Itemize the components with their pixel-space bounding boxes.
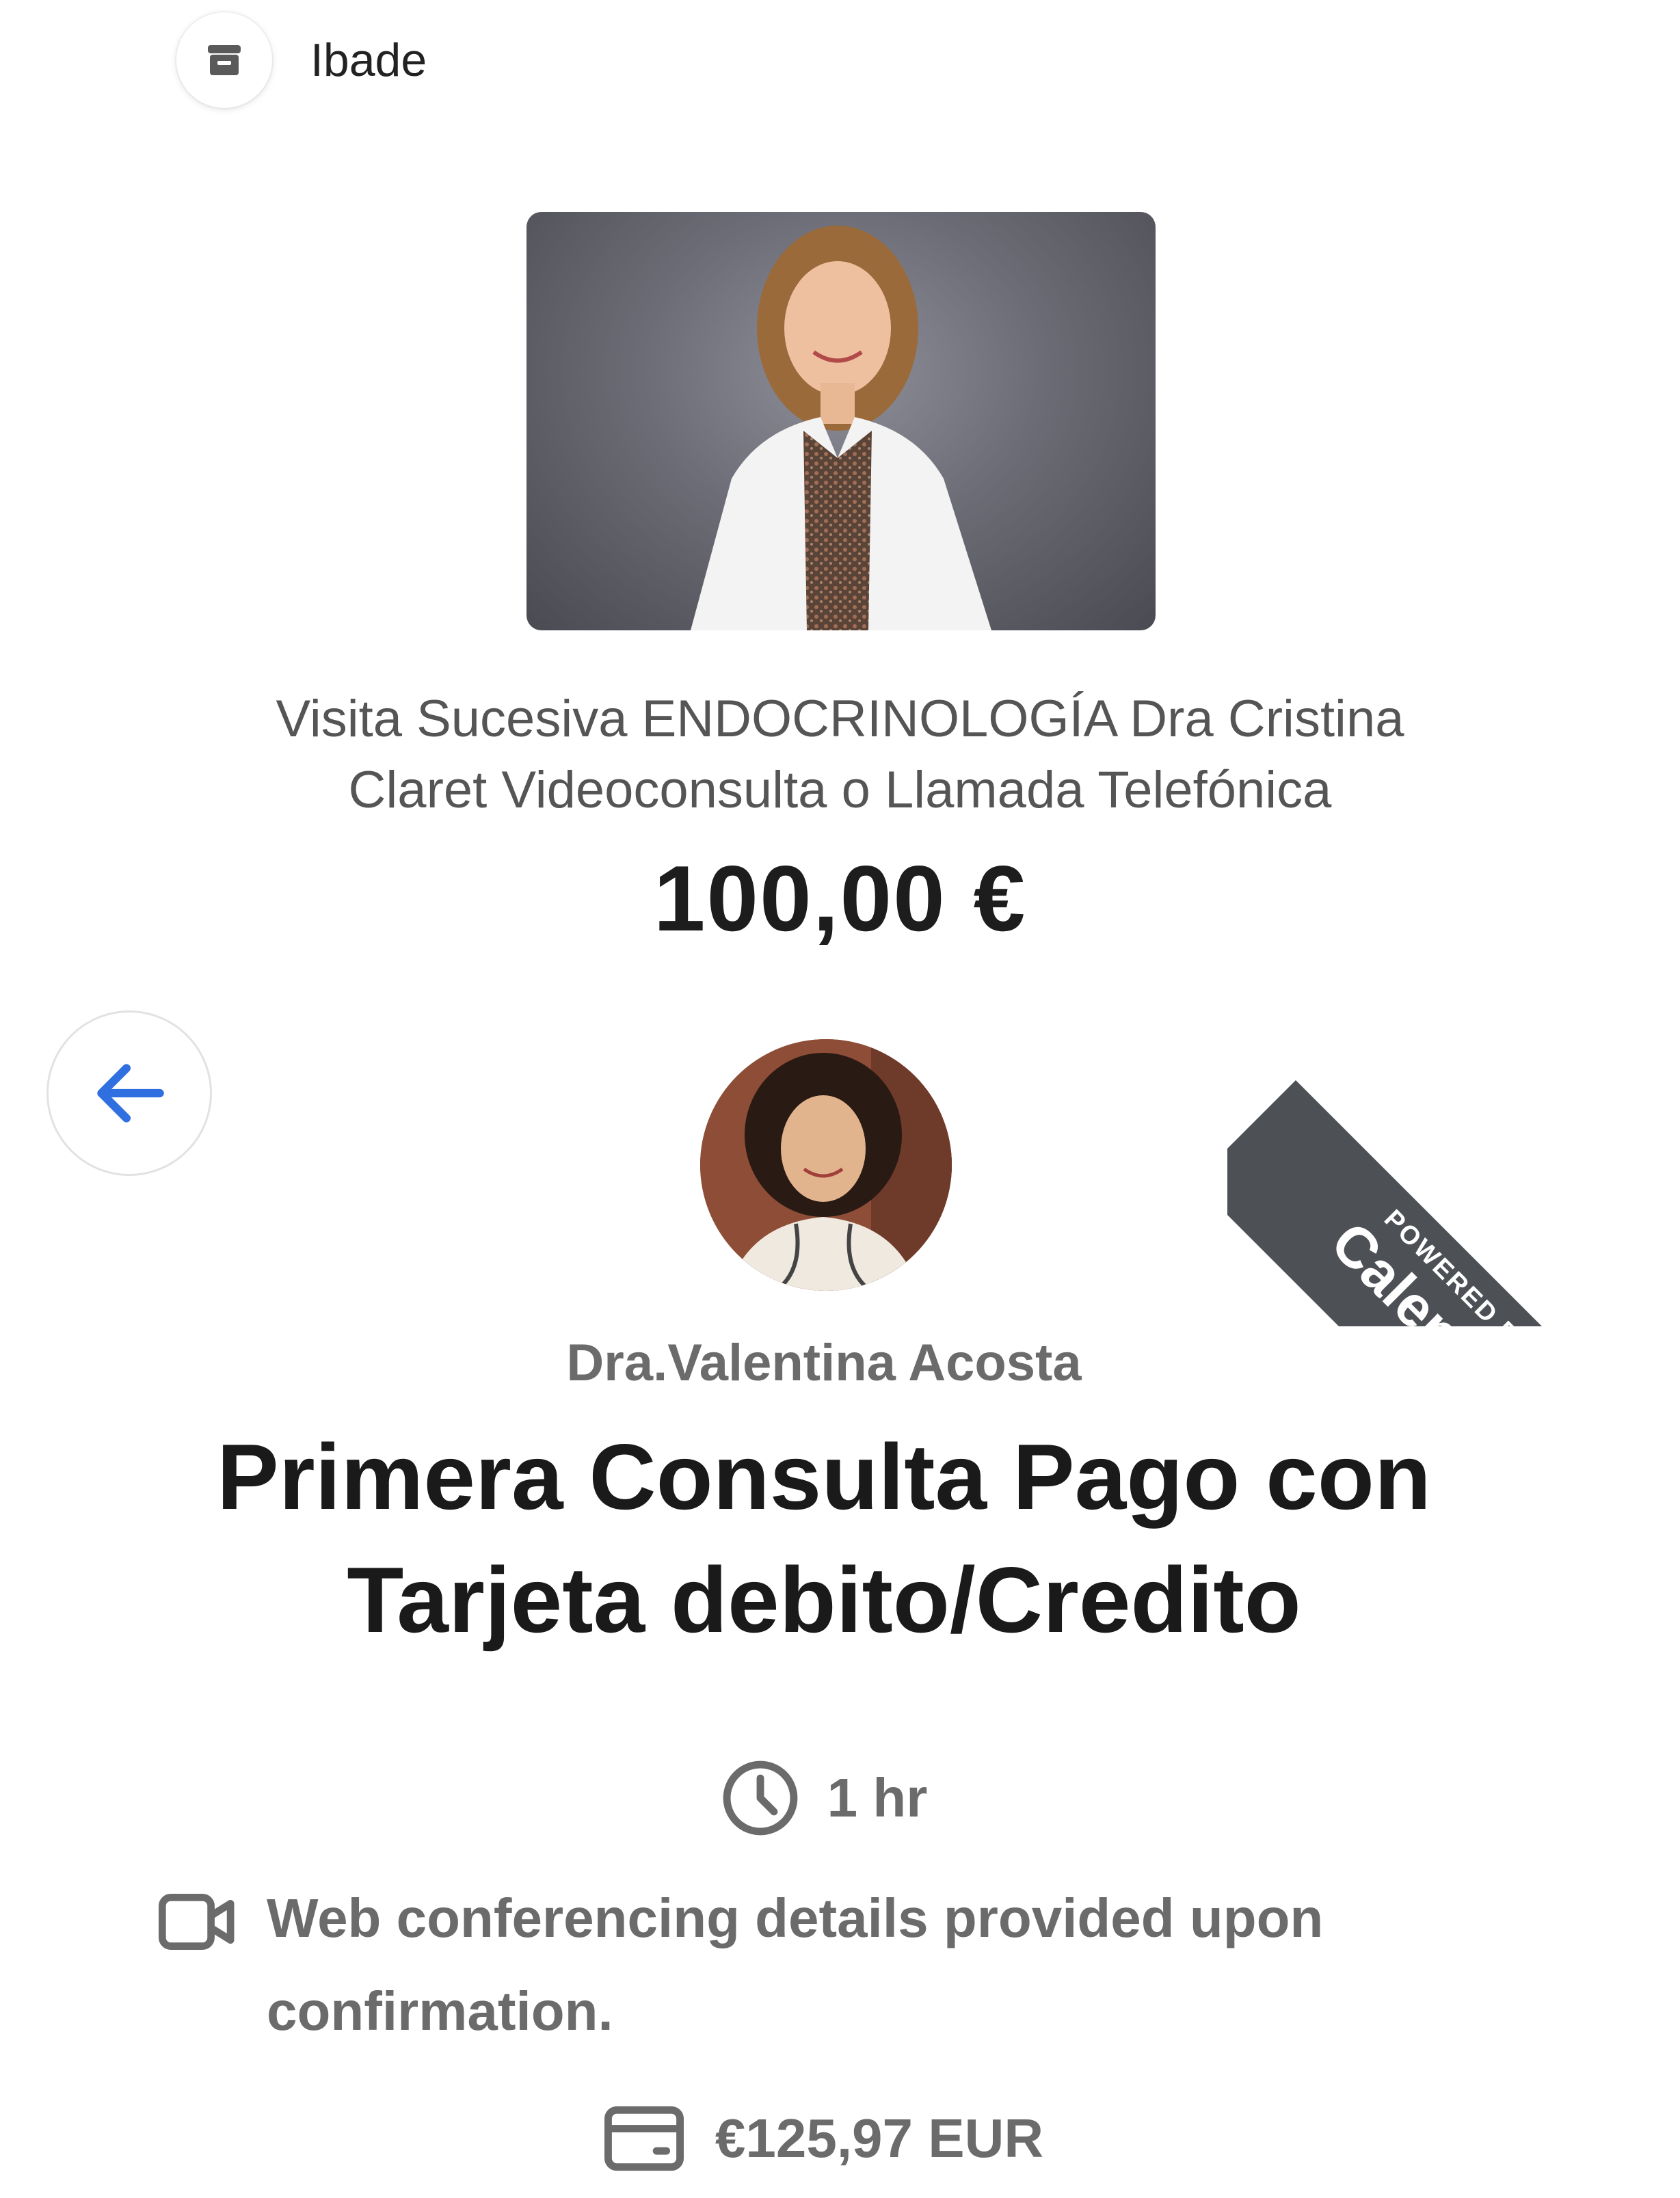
- price-text: €125,97 EUR: [715, 2108, 1044, 2169]
- product-image: [526, 212, 1156, 630]
- duration-text: 1 hr: [827, 1767, 928, 1828]
- event-title-line-1: Primera Consulta Pago con: [217, 1425, 1431, 1529]
- merchant-header[interactable]: Ibade: [176, 12, 427, 108]
- event-location: Web conferencing details provided upon c…: [159, 1887, 1526, 2058]
- event-title: Primera Consulta Pago con Tarjeta debito…: [103, 1415, 1545, 1661]
- powered-by-calendly-ribbon[interactable]: POWERED BY Calendly: [1227, 984, 1680, 1326]
- event-title-line-2: Tarjeta debito/Credito: [347, 1548, 1301, 1652]
- location-text-line-1: Web conferencing details provided upon: [267, 1888, 1324, 1948]
- event-price: €125,97 EUR: [0, 2098, 1648, 2180]
- back-button[interactable]: [46, 1010, 212, 1176]
- product-title-line-1: Visita Sucesiva ENDOCRINOLOGÍA Dra Crist…: [276, 690, 1404, 748]
- clock-icon: [723, 1760, 798, 1836]
- product-title: Visita Sucesiva ENDOCRINOLOGÍA Dra Crist…: [137, 684, 1543, 826]
- location-text-line-2: confirmation.: [267, 1981, 613, 2041]
- product-title-line-2: Claret Videoconsulta o Llamada Telefónic…: [348, 761, 1332, 819]
- host-name: Dra.Valentina Acosta: [566, 1334, 1082, 1392]
- credit-card-icon: [604, 2106, 684, 2171]
- merchant-name: Ibade: [310, 34, 427, 86]
- store-icon[interactable]: [176, 12, 272, 108]
- video-camera-icon: [159, 1894, 235, 1950]
- host-avatar: [700, 1039, 952, 1291]
- arrow-left-icon: [97, 1064, 164, 1123]
- ribbon-brand: Calendly: [1318, 1209, 1534, 1326]
- product-price: 100,00 €: [653, 846, 1027, 950]
- event-duration: 1 hr: [0, 1757, 1648, 1839]
